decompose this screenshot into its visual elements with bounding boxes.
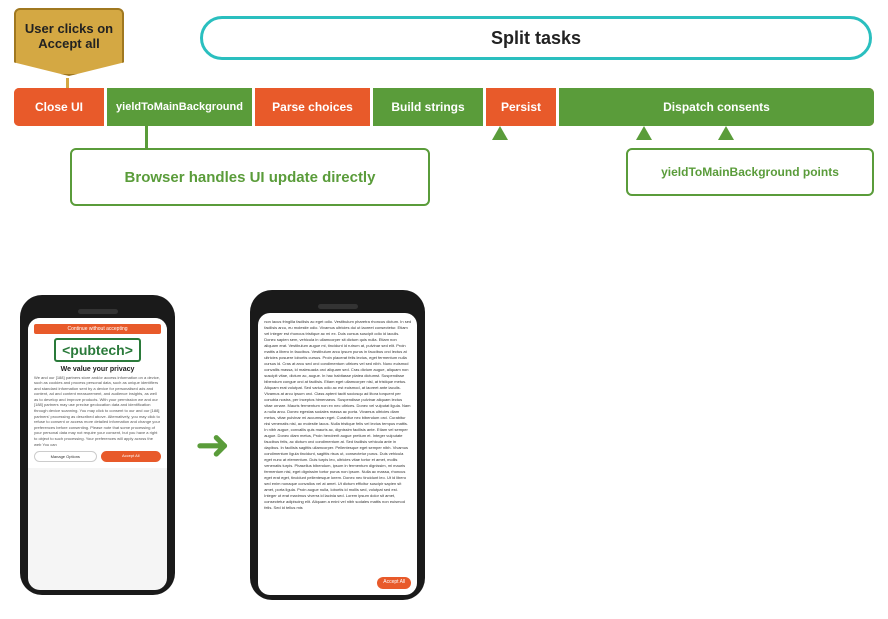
user-clicks-box: User clicks on Accept all: [14, 8, 124, 76]
phone-right: non lacus fringilla facilisis ac eget od…: [250, 290, 425, 600]
yield-arrow-2: [636, 126, 652, 140]
phones-area: Continue without accepting <pubtech> We …: [0, 270, 888, 619]
yield-arrow-1: [492, 126, 508, 140]
phone-notch-left: [78, 309, 118, 314]
accept-all-button[interactable]: Accept All: [101, 451, 162, 462]
diagram-area: User clicks on Accept all Split tasks Cl…: [0, 0, 888, 270]
yield-points-box: yieldToMainBackground points: [626, 148, 874, 196]
phone-right-text: non lacus fringilla facilisis ac eget od…: [264, 319, 411, 510]
user-clicks-label: User clicks on Accept all: [16, 21, 122, 51]
browser-box-label: Browser handles UI update directly: [125, 169, 376, 186]
yield1-segment: yieldToMainBackground: [107, 88, 252, 126]
pipeline-track: Close UI yieldToMainBackground Parse cho…: [14, 88, 874, 126]
browser-box: Browser handles UI update directly: [70, 148, 430, 206]
build-segment: Build strings: [373, 88, 483, 126]
phone-content-left: Continue without accepting <pubtech> We …: [28, 318, 167, 469]
privacy-title: We value your privacy: [34, 366, 161, 373]
brand-logo: <pubtech>: [54, 338, 141, 362]
dispatch-segment: Dispatch consents: [559, 88, 874, 126]
phone-screen-left: Continue without accepting <pubtech> We …: [28, 318, 167, 590]
phone-notch-right: [318, 304, 358, 309]
close-ui-segment: Close UI: [14, 88, 104, 126]
privacy-body: We and our [188] partners store and/or a…: [34, 375, 161, 448]
phone-screen-right: non lacus fringilla facilisis ac eget od…: [258, 313, 417, 595]
privacy-buttons: Manage Options Accept All: [34, 451, 161, 462]
pipeline-bar: Close UI yieldToMainBackground Parse cho…: [14, 88, 874, 126]
split-tasks-label: Split tasks: [491, 28, 581, 49]
yield-arrow-3: [718, 126, 734, 140]
parse-segment: Parse choices: [255, 88, 370, 126]
persist-segment: Persist: [486, 88, 556, 126]
phone-left: Continue without accepting <pubtech> We …: [20, 295, 175, 595]
accept-badge: Accept All: [377, 577, 411, 589]
yield-points-label: yieldToMainBackground points: [661, 165, 839, 179]
split-tasks-pill: Split tasks: [200, 16, 872, 60]
manage-options-button[interactable]: Manage Options: [34, 451, 97, 462]
privacy-bar: Continue without accepting: [34, 324, 161, 334]
phone-transition-arrow: ➜: [195, 420, 230, 469]
browser-connection-line: [145, 126, 148, 148]
